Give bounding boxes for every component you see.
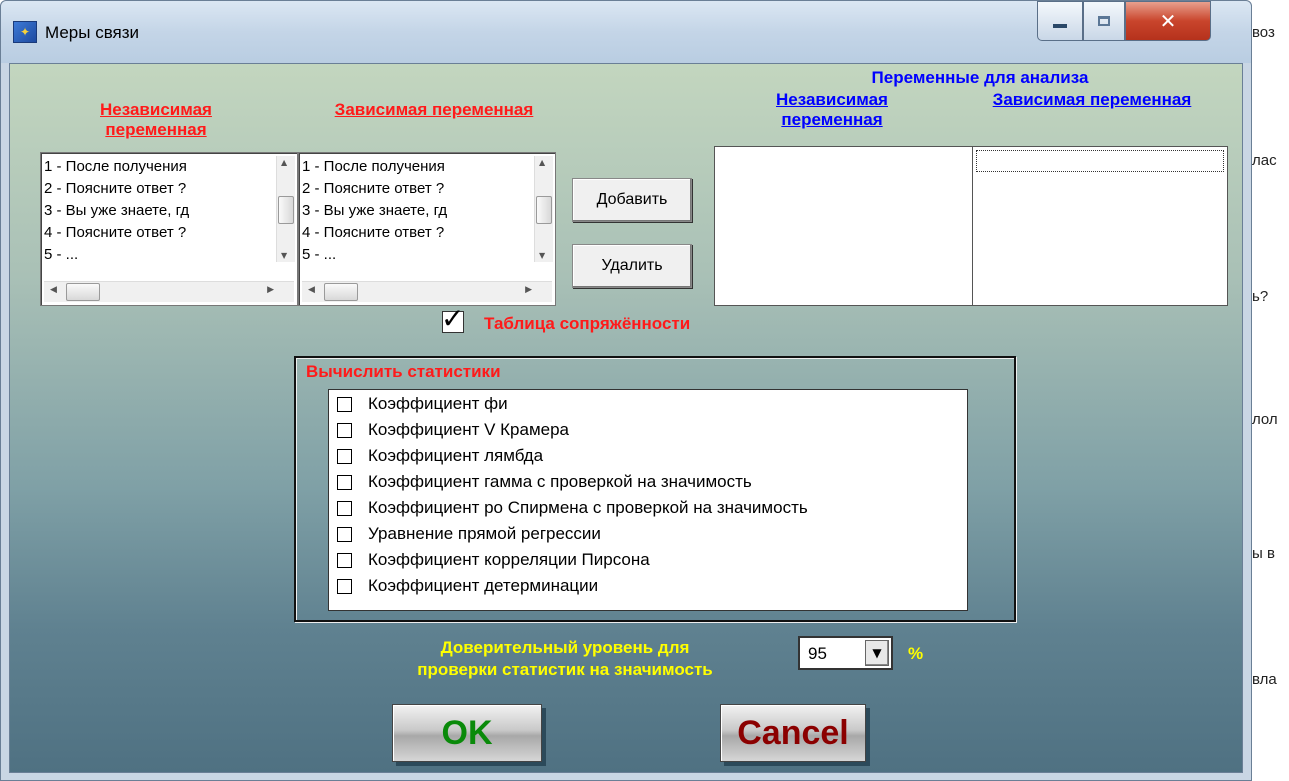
list-item[interactable]: 5 - ... [44,244,277,262]
analysis-variables-title: Переменные для анализа [871,68,1089,87]
list-item[interactable]: 1 - После получения [44,156,277,178]
background-text-fragment: ы в [1252,545,1275,562]
statistic-label: Коэффициент детерминации [368,576,599,595]
horizontal-scrollbar[interactable]: ◀ ▶ [302,281,552,302]
ok-button[interactable]: OK [392,704,542,762]
statistic-label: Коэффициент гамма с проверкой на значимо… [368,472,752,491]
background-text-fragment: вла [1252,671,1277,688]
contingency-table-label: Таблица сопряжённости [484,314,691,333]
statistic-option[interactable]: Коэффициент корреляции Пирсона [337,548,650,572]
statistic-label: Коэффициент фи [368,394,508,413]
checkbox[interactable] [337,422,352,438]
statistic-option[interactable]: Коэффициент фи [337,392,508,416]
list-item[interactable]: 3 - Вы уже знаете, гд [302,200,535,222]
percent-label: % [908,644,924,663]
analysis-independent-listbox[interactable] [714,146,974,306]
confidence-level-select[interactable]: 95 ▼ [798,636,893,670]
app-icon[interactable]: ✦ [13,21,37,43]
checkbox[interactable] [337,526,352,542]
analysis-dependent-listbox[interactable] [972,146,1228,306]
scroll-thumb[interactable] [66,283,100,301]
close-button[interactable]: ✕ [1125,1,1211,41]
statistic-option[interactable]: Уравнение прямой регрессии [337,522,601,546]
statistic-label: Коэффициент ро Спирмена с проверкой на з… [368,498,808,517]
statistics-checklist: Коэффициент фи Коэффициент V Крамера Коэ… [328,389,968,611]
list-item[interactable]: 5 - ... [302,244,535,262]
scroll-left-icon[interactable]: ◀ [308,285,315,295]
list-items: 1 - После получения 2 - Поясните ответ ?… [302,156,535,262]
checkbox[interactable] [337,474,352,490]
focus-indicator [976,150,1224,172]
scroll-right-icon[interactable]: ▶ [267,285,274,295]
list-item[interactable]: 2 - Поясните ответ ? [44,178,277,200]
statistic-label: Уравнение прямой регрессии [368,524,601,543]
analysis-independent-label: Независимая переменная [776,90,888,129]
background-text-fragment: лол [1252,411,1278,428]
minimize-button[interactable] [1037,1,1083,41]
dependent-variable-label: Зависимая переменная [334,100,534,119]
background-text-fragment: ь? [1252,288,1269,305]
minimize-icon [1053,24,1067,28]
window-title: Меры связи [45,23,140,42]
list-item[interactable]: 4 - Поясните ответ ? [302,222,535,244]
statistic-label: Коэффициент лямбда [368,446,544,465]
title-bar[interactable]: ✦ Меры связи ✕ [1,1,1251,63]
dialog-window: ✦ Меры связи ✕ Независимая переменная За… [0,0,1252,781]
list-items: 1 - После получения 2 - Поясните ответ ?… [44,156,277,262]
independent-variable-label: Независимая переменная [100,100,212,139]
scroll-thumb[interactable] [536,196,552,224]
checkbox[interactable] [337,500,352,516]
remove-button[interactable]: Удалить [572,244,692,288]
statistic-label: Коэффициент V Крамера [368,420,570,439]
confidence-label-line2: проверки статистик на значимость [417,660,713,679]
contingency-table-checkbox[interactable]: ✓ [441,302,464,335]
vertical-scrollbar[interactable]: ▲ ▼ [534,156,553,262]
list-item[interactable]: 1 - После получения [302,156,535,178]
scroll-up-icon[interactable]: ▲ [539,158,545,167]
checkmark-icon: ✓ [441,302,465,335]
list-item[interactable]: 4 - Поясните ответ ? [44,222,277,244]
dropdown-arrow-icon[interactable]: ▼ [865,640,889,666]
close-icon: ✕ [1159,9,1177,33]
scroll-up-icon[interactable]: ▲ [281,158,287,167]
confidence-label-line1: Доверительный уровень для [440,638,690,657]
statistic-option[interactable]: Коэффициент ро Спирмена с проверкой на з… [337,496,808,520]
analysis-dependent-label: Зависимая переменная [992,90,1192,109]
independent-variable-listbox[interactable]: 1 - После получения 2 - Поясните ответ ?… [40,152,298,306]
maximize-button[interactable] [1083,1,1125,41]
maximize-icon [1098,16,1110,26]
scroll-right-icon[interactable]: ▶ [525,285,532,295]
scroll-down-icon[interactable]: ▼ [539,251,545,260]
statistic-label: Коэффициент корреляции Пирсона [368,550,650,569]
cancel-button[interactable]: Cancel [720,704,866,762]
background-text-fragment: лас [1252,152,1277,169]
statistic-option[interactable]: Коэффициент V Крамера [337,418,569,442]
list-item[interactable]: 3 - Вы уже знаете, гд [44,200,277,222]
statistics-group-title: Вычислить статистики [306,362,501,381]
horizontal-scrollbar[interactable]: ◀ ▶ [44,281,294,302]
scroll-left-icon[interactable]: ◀ [50,285,57,295]
checkbox[interactable] [337,448,352,464]
scroll-thumb[interactable] [324,283,358,301]
confidence-level-value: 95 [808,644,827,663]
scroll-down-icon[interactable]: ▼ [281,251,287,260]
checkbox[interactable] [337,578,352,594]
add-button[interactable]: Добавить [572,178,692,222]
statistic-option[interactable]: Коэффициент лямбда [337,444,543,468]
vertical-scrollbar[interactable]: ▲ ▼ [276,156,295,262]
dialog-client-area: Независимая переменная Зависимая перемен… [9,63,1243,773]
statistic-option[interactable]: Коэффициент гамма с проверкой на значимо… [337,470,752,494]
list-item[interactable]: 2 - Поясните ответ ? [302,178,535,200]
background-text-fragment: воз [1252,24,1275,41]
checkbox[interactable] [337,552,352,568]
scroll-thumb[interactable] [278,196,294,224]
checkbox[interactable] [337,396,352,412]
statistic-option[interactable]: Коэффициент детерминации [337,574,598,598]
dependent-variable-listbox[interactable]: 1 - После получения 2 - Поясните ответ ?… [298,152,556,306]
